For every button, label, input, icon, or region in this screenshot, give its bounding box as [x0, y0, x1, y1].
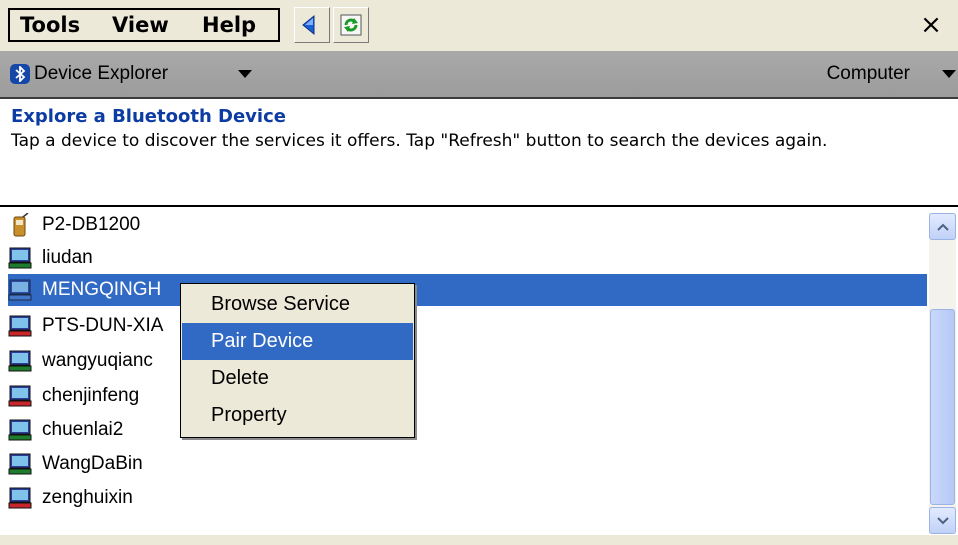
device-name: zenghuixin [42, 487, 133, 508]
computer-dropdown-caret-icon[interactable] [942, 70, 956, 78]
phone-icon [13, 213, 29, 237]
device-name: P2-DB1200 [42, 214, 141, 235]
menu-help[interactable]: Help [202, 10, 256, 40]
device-name: WangDaBin [42, 453, 143, 474]
chevron-down-icon [936, 516, 949, 524]
ctx-browse-service[interactable]: Browse Service [182, 286, 413, 323]
device-name: liudan [42, 247, 93, 268]
menu-bar: Tools View Help × [0, 0, 958, 51]
device-name: chuenlai2 [42, 419, 124, 440]
page-title: Explore a Bluetooth Device [11, 106, 286, 127]
computer-icon [8, 419, 32, 441]
computer-icon [8, 315, 32, 337]
scroll-down-button[interactable] [929, 507, 956, 534]
ctx-property[interactable]: Property [182, 397, 413, 434]
computer-icon [8, 279, 32, 301]
page-description: Tap a device to discover the services it… [11, 131, 828, 151]
nav-title[interactable]: Device Explorer [34, 61, 168, 87]
back-arrow-icon [302, 14, 315, 36]
bottom-bar [0, 535, 958, 545]
menu-tools[interactable]: Tools [20, 10, 80, 40]
scroll-up-button[interactable] [929, 213, 956, 240]
close-button[interactable]: × [916, 9, 946, 41]
scrollbar-thumb[interactable] [930, 309, 955, 505]
refresh-icon [340, 14, 362, 36]
chevron-up-icon [936, 223, 949, 231]
nav-dropdown-caret-icon[interactable] [238, 70, 252, 78]
back-button[interactable] [294, 7, 330, 43]
title-bar: Device Explorer Computer [0, 51, 958, 99]
refresh-button[interactable] [333, 7, 369, 43]
ctx-delete[interactable]: Delete [182, 360, 413, 397]
computer-icon [8, 487, 32, 509]
nav-computer-label[interactable]: Computer [827, 61, 910, 87]
computer-icon [8, 247, 32, 269]
bluetooth-icon [10, 64, 30, 84]
menu-group: Tools View Help [8, 8, 280, 42]
menu-view[interactable]: View [112, 10, 169, 40]
computer-icon [8, 385, 32, 407]
device-name: chenjinfeng [42, 385, 140, 406]
context-menu: Browse Service Pair Device Delete Proper… [180, 283, 415, 438]
computer-icon [8, 453, 32, 475]
vertical-scrollbar[interactable] [929, 213, 956, 534]
device-name: wangyuqianc [42, 350, 153, 371]
ctx-pair-device[interactable]: Pair Device [182, 323, 413, 360]
device-name: PTS-DUN-XIA [42, 315, 164, 336]
computer-icon [8, 350, 32, 372]
device-name: MENGQINGH [42, 279, 162, 300]
